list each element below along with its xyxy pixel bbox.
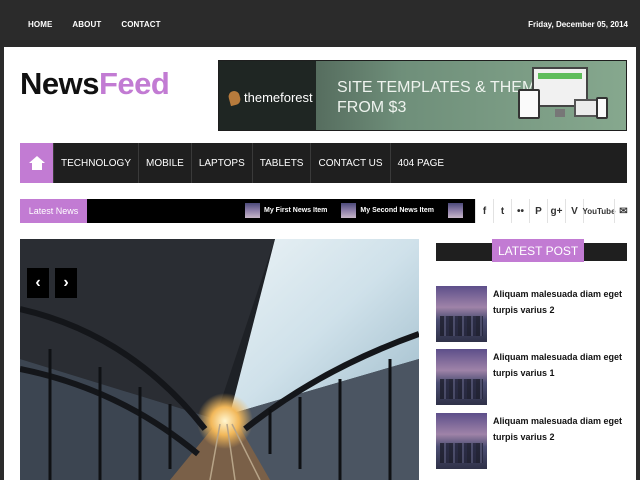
menu-item-laptops[interactable]: LAPTOPS bbox=[190, 143, 252, 183]
post-item[interactable]: Aliquam malesuada diam eget turpis variu… bbox=[436, 286, 627, 342]
tablet-icon bbox=[518, 89, 540, 119]
ticker-thumbnail bbox=[341, 203, 357, 218]
themeforest-logo: themeforest bbox=[227, 89, 313, 106]
post-title[interactable]: Aliquam malesuada diam eget turpis variu… bbox=[493, 413, 623, 445]
top-bar: HOME ABOUT CONTACT Friday, December 05, … bbox=[4, 0, 636, 47]
current-date: Friday, December 05, 2014 bbox=[528, 20, 628, 29]
ticker-label: Latest News bbox=[20, 199, 87, 223]
post-title[interactable]: Aliquam malesuada diam eget turpis variu… bbox=[493, 349, 623, 381]
home-icon bbox=[28, 156, 45, 170]
facebook-icon[interactable]: f bbox=[475, 199, 493, 223]
menu-item-mobile[interactable]: MOBILE bbox=[138, 143, 191, 183]
slider-prev-button[interactable]: ‹ bbox=[27, 268, 49, 298]
ticker-item-title: My Second News Item bbox=[360, 207, 434, 214]
phone-icon bbox=[596, 97, 608, 119]
news-ticker: Latest News My First News Item My Second… bbox=[20, 199, 475, 223]
slider-next-button[interactable]: › bbox=[55, 268, 77, 298]
top-nav-contact[interactable]: CONTACT bbox=[121, 20, 160, 29]
vimeo-icon[interactable]: V bbox=[565, 199, 583, 223]
google-plus-icon[interactable]: g+ bbox=[547, 199, 565, 223]
banner-brand-box: themeforest bbox=[219, 61, 316, 130]
home-button[interactable] bbox=[20, 143, 53, 183]
flickr-icon[interactable]: •• bbox=[511, 199, 529, 223]
featured-slider[interactable]: ‹ › bbox=[20, 239, 419, 480]
post-title[interactable]: Aliquam malesuada diam eget turpis variu… bbox=[493, 286, 623, 318]
ticker-thumbnail bbox=[245, 203, 260, 218]
menu-item-404-page[interactable]: 404 PAGE bbox=[389, 143, 452, 183]
laptop-icon bbox=[574, 99, 598, 117]
post-item[interactable]: Aliquam malesuada diam eget turpis variu… bbox=[436, 349, 627, 405]
logo-news: News bbox=[20, 66, 99, 101]
ticker-item[interactable]: My First News Item bbox=[245, 203, 327, 218]
monitor-stand bbox=[555, 109, 565, 117]
banner-brand: themeforest bbox=[244, 90, 313, 105]
devices-illustration bbox=[518, 67, 612, 125]
site-logo[interactable]: NewsFeed bbox=[20, 66, 170, 102]
ticker-item[interactable]: My Second News Item bbox=[341, 203, 434, 218]
pinterest-icon[interactable]: P bbox=[529, 199, 547, 223]
post-thumbnail[interactable] bbox=[436, 349, 487, 405]
leaf-icon bbox=[227, 89, 242, 106]
logo-feed: Feed bbox=[98, 66, 170, 101]
sidebar-heading: LATEST POST bbox=[492, 239, 585, 262]
slide-image bbox=[20, 239, 419, 480]
menu-item-tablets[interactable]: TABLETS bbox=[251, 143, 311, 183]
ticker-item[interactable] bbox=[447, 203, 463, 218]
ticker-item-title: My First News Item bbox=[264, 207, 328, 214]
post-thumbnail[interactable] bbox=[436, 413, 487, 469]
top-nav-home[interactable]: HOME bbox=[28, 20, 52, 29]
post-thumbnail[interactable] bbox=[436, 286, 487, 342]
banner-ad[interactable]: themeforest SITE TEMPLATES & THEMES FROM… bbox=[218, 60, 627, 131]
ticker-items: My First News Item My Second News Item bbox=[245, 203, 463, 218]
top-nav: HOME ABOUT CONTACT bbox=[28, 20, 181, 29]
post-item[interactable]: Aliquam malesuada diam eget turpis variu… bbox=[436, 413, 627, 469]
menu-item-contact-us[interactable]: CONTACT US bbox=[310, 143, 389, 183]
sidebar-header: LATEST POST bbox=[436, 239, 627, 262]
youtube-icon[interactable]: YouTube bbox=[582, 199, 616, 223]
twitter-icon[interactable]: t bbox=[493, 199, 511, 223]
menu-items: TECHNOLOGY MOBILE LAPTOPS TABLETS CONTAC… bbox=[53, 143, 451, 183]
ticker-thumbnail bbox=[447, 203, 463, 218]
menu-item-technology[interactable]: TECHNOLOGY bbox=[53, 143, 138, 183]
social-icons: f t •• P g+ V YouTube ✉ bbox=[475, 199, 632, 223]
top-nav-about[interactable]: ABOUT bbox=[72, 20, 101, 29]
email-icon[interactable]: ✉ bbox=[614, 199, 632, 223]
main-menu: TECHNOLOGY MOBILE LAPTOPS TABLETS CONTAC… bbox=[20, 143, 627, 183]
page: HOME ABOUT CONTACT Friday, December 05, … bbox=[0, 0, 640, 480]
